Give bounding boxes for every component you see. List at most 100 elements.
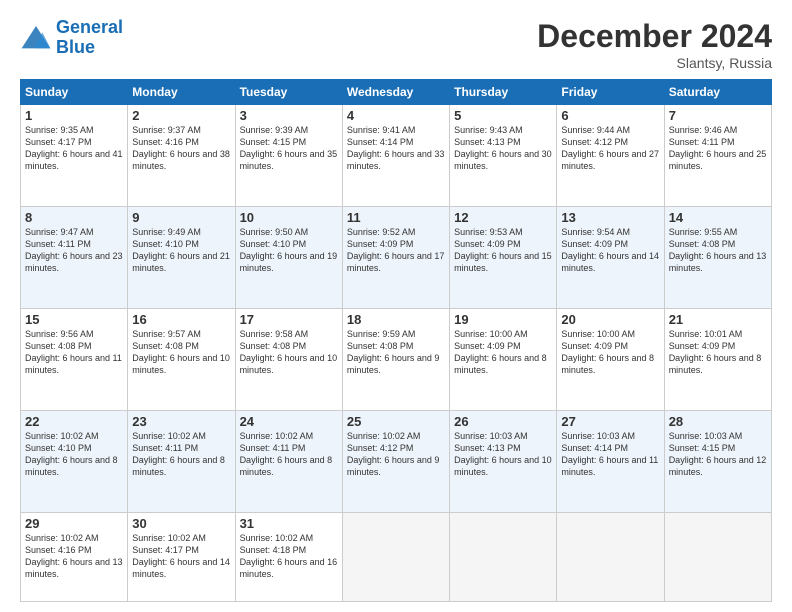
col-header-wednesday: Wednesday bbox=[342, 80, 449, 105]
calendar-week-1: 1Sunrise: 9:35 AMSunset: 4:17 PMDaylight… bbox=[21, 105, 772, 207]
col-header-sunday: Sunday bbox=[21, 80, 128, 105]
day-number: 7 bbox=[669, 108, 767, 123]
logo: General Blue bbox=[20, 18, 123, 58]
calendar-cell bbox=[450, 512, 557, 602]
calendar-cell: 6Sunrise: 9:44 AMSunset: 4:12 PMDaylight… bbox=[557, 105, 664, 207]
day-info: Sunrise: 10:02 AMSunset: 4:11 PMDaylight… bbox=[240, 430, 338, 479]
day-number: 25 bbox=[347, 414, 445, 429]
calendar-cell: 30Sunrise: 10:02 AMSunset: 4:17 PMDaylig… bbox=[128, 512, 235, 602]
calendar-week-5: 29Sunrise: 10:02 AMSunset: 4:16 PMDaylig… bbox=[21, 512, 772, 602]
col-header-thursday: Thursday bbox=[450, 80, 557, 105]
col-header-friday: Friday bbox=[557, 80, 664, 105]
calendar-cell: 29Sunrise: 10:02 AMSunset: 4:16 PMDaylig… bbox=[21, 512, 128, 602]
day-number: 5 bbox=[454, 108, 552, 123]
day-number: 23 bbox=[132, 414, 230, 429]
day-number: 1 bbox=[25, 108, 123, 123]
col-header-tuesday: Tuesday bbox=[235, 80, 342, 105]
day-number: 13 bbox=[561, 210, 659, 225]
day-info: Sunrise: 9:49 AMSunset: 4:10 PMDaylight:… bbox=[132, 226, 230, 275]
day-number: 15 bbox=[25, 312, 123, 327]
day-info: Sunrise: 9:55 AMSunset: 4:08 PMDaylight:… bbox=[669, 226, 767, 275]
calendar-week-2: 8Sunrise: 9:47 AMSunset: 4:11 PMDaylight… bbox=[21, 206, 772, 308]
calendar-cell: 26Sunrise: 10:03 AMSunset: 4:13 PMDaylig… bbox=[450, 410, 557, 512]
day-number: 10 bbox=[240, 210, 338, 225]
calendar-cell: 12Sunrise: 9:53 AMSunset: 4:09 PMDayligh… bbox=[450, 206, 557, 308]
day-number: 22 bbox=[25, 414, 123, 429]
day-info: Sunrise: 9:47 AMSunset: 4:11 PMDaylight:… bbox=[25, 226, 123, 275]
logo-general: General bbox=[56, 17, 123, 37]
day-info: Sunrise: 9:46 AMSunset: 4:11 PMDaylight:… bbox=[669, 124, 767, 173]
page: General Blue December 2024 Slantsy, Russ… bbox=[0, 0, 792, 612]
day-info: Sunrise: 10:02 AMSunset: 4:10 PMDaylight… bbox=[25, 430, 123, 479]
day-info: Sunrise: 10:00 AMSunset: 4:09 PMDaylight… bbox=[454, 328, 552, 377]
calendar-cell: 11Sunrise: 9:52 AMSunset: 4:09 PMDayligh… bbox=[342, 206, 449, 308]
day-info: Sunrise: 10:03 AMSunset: 4:13 PMDaylight… bbox=[454, 430, 552, 479]
day-number: 16 bbox=[132, 312, 230, 327]
month-title: December 2024 bbox=[537, 18, 772, 55]
col-header-saturday: Saturday bbox=[664, 80, 771, 105]
day-info: Sunrise: 9:53 AMSunset: 4:09 PMDaylight:… bbox=[454, 226, 552, 275]
day-info: Sunrise: 10:02 AMSunset: 4:17 PMDaylight… bbox=[132, 532, 230, 581]
calendar-cell: 31Sunrise: 10:02 AMSunset: 4:18 PMDaylig… bbox=[235, 512, 342, 602]
day-number: 20 bbox=[561, 312, 659, 327]
day-info: Sunrise: 9:52 AMSunset: 4:09 PMDaylight:… bbox=[347, 226, 445, 275]
day-number: 3 bbox=[240, 108, 338, 123]
calendar-cell: 16Sunrise: 9:57 AMSunset: 4:08 PMDayligh… bbox=[128, 308, 235, 410]
day-number: 21 bbox=[669, 312, 767, 327]
day-number: 12 bbox=[454, 210, 552, 225]
calendar-cell: 1Sunrise: 9:35 AMSunset: 4:17 PMDaylight… bbox=[21, 105, 128, 207]
day-info: Sunrise: 9:37 AMSunset: 4:16 PMDaylight:… bbox=[132, 124, 230, 173]
day-info: Sunrise: 10:02 AMSunset: 4:12 PMDaylight… bbox=[347, 430, 445, 479]
day-number: 9 bbox=[132, 210, 230, 225]
calendar-cell: 14Sunrise: 9:55 AMSunset: 4:08 PMDayligh… bbox=[664, 206, 771, 308]
day-number: 4 bbox=[347, 108, 445, 123]
calendar-cell: 10Sunrise: 9:50 AMSunset: 4:10 PMDayligh… bbox=[235, 206, 342, 308]
day-info: Sunrise: 9:44 AMSunset: 4:12 PMDaylight:… bbox=[561, 124, 659, 173]
day-number: 26 bbox=[454, 414, 552, 429]
day-info: Sunrise: 9:43 AMSunset: 4:13 PMDaylight:… bbox=[454, 124, 552, 173]
day-number: 2 bbox=[132, 108, 230, 123]
day-info: Sunrise: 10:03 AMSunset: 4:15 PMDaylight… bbox=[669, 430, 767, 479]
day-info: Sunrise: 9:56 AMSunset: 4:08 PMDaylight:… bbox=[25, 328, 123, 377]
calendar-header-row: SundayMondayTuesdayWednesdayThursdayFrid… bbox=[21, 80, 772, 105]
day-info: Sunrise: 10:03 AMSunset: 4:14 PMDaylight… bbox=[561, 430, 659, 479]
title-block: December 2024 Slantsy, Russia bbox=[537, 18, 772, 71]
day-number: 28 bbox=[669, 414, 767, 429]
calendar-cell: 27Sunrise: 10:03 AMSunset: 4:14 PMDaylig… bbox=[557, 410, 664, 512]
logo-blue: Blue bbox=[56, 37, 95, 57]
day-number: 14 bbox=[669, 210, 767, 225]
calendar-cell: 5Sunrise: 9:43 AMSunset: 4:13 PMDaylight… bbox=[450, 105, 557, 207]
day-info: Sunrise: 9:58 AMSunset: 4:08 PMDaylight:… bbox=[240, 328, 338, 377]
calendar-cell: 8Sunrise: 9:47 AMSunset: 4:11 PMDaylight… bbox=[21, 206, 128, 308]
calendar-cell: 4Sunrise: 9:41 AMSunset: 4:14 PMDaylight… bbox=[342, 105, 449, 207]
calendar-cell: 2Sunrise: 9:37 AMSunset: 4:16 PMDaylight… bbox=[128, 105, 235, 207]
day-info: Sunrise: 10:02 AMSunset: 4:18 PMDaylight… bbox=[240, 532, 338, 581]
calendar-cell: 22Sunrise: 10:02 AMSunset: 4:10 PMDaylig… bbox=[21, 410, 128, 512]
calendar-cell bbox=[664, 512, 771, 602]
day-info: Sunrise: 9:50 AMSunset: 4:10 PMDaylight:… bbox=[240, 226, 338, 275]
day-info: Sunrise: 10:02 AMSunset: 4:11 PMDaylight… bbox=[132, 430, 230, 479]
calendar-cell: 23Sunrise: 10:02 AMSunset: 4:11 PMDaylig… bbox=[128, 410, 235, 512]
calendar-cell: 13Sunrise: 9:54 AMSunset: 4:09 PMDayligh… bbox=[557, 206, 664, 308]
day-number: 18 bbox=[347, 312, 445, 327]
day-info: Sunrise: 9:57 AMSunset: 4:08 PMDaylight:… bbox=[132, 328, 230, 377]
col-header-monday: Monday bbox=[128, 80, 235, 105]
day-number: 6 bbox=[561, 108, 659, 123]
day-info: Sunrise: 9:35 AMSunset: 4:17 PMDaylight:… bbox=[25, 124, 123, 173]
calendar-cell: 19Sunrise: 10:00 AMSunset: 4:09 PMDaylig… bbox=[450, 308, 557, 410]
logo-icon bbox=[20, 24, 52, 52]
header: General Blue December 2024 Slantsy, Russ… bbox=[20, 18, 772, 71]
day-info: Sunrise: 9:41 AMSunset: 4:14 PMDaylight:… bbox=[347, 124, 445, 173]
calendar-cell bbox=[557, 512, 664, 602]
calendar-week-4: 22Sunrise: 10:02 AMSunset: 4:10 PMDaylig… bbox=[21, 410, 772, 512]
logo-text: General Blue bbox=[56, 18, 123, 58]
calendar-cell: 21Sunrise: 10:01 AMSunset: 4:09 PMDaylig… bbox=[664, 308, 771, 410]
day-info: Sunrise: 9:59 AMSunset: 4:08 PMDaylight:… bbox=[347, 328, 445, 377]
calendar-cell: 15Sunrise: 9:56 AMSunset: 4:08 PMDayligh… bbox=[21, 308, 128, 410]
day-number: 29 bbox=[25, 516, 123, 531]
calendar-cell: 25Sunrise: 10:02 AMSunset: 4:12 PMDaylig… bbox=[342, 410, 449, 512]
day-number: 24 bbox=[240, 414, 338, 429]
calendar-cell: 28Sunrise: 10:03 AMSunset: 4:15 PMDaylig… bbox=[664, 410, 771, 512]
calendar-cell: 9Sunrise: 9:49 AMSunset: 4:10 PMDaylight… bbox=[128, 206, 235, 308]
calendar-table: SundayMondayTuesdayWednesdayThursdayFrid… bbox=[20, 79, 772, 602]
